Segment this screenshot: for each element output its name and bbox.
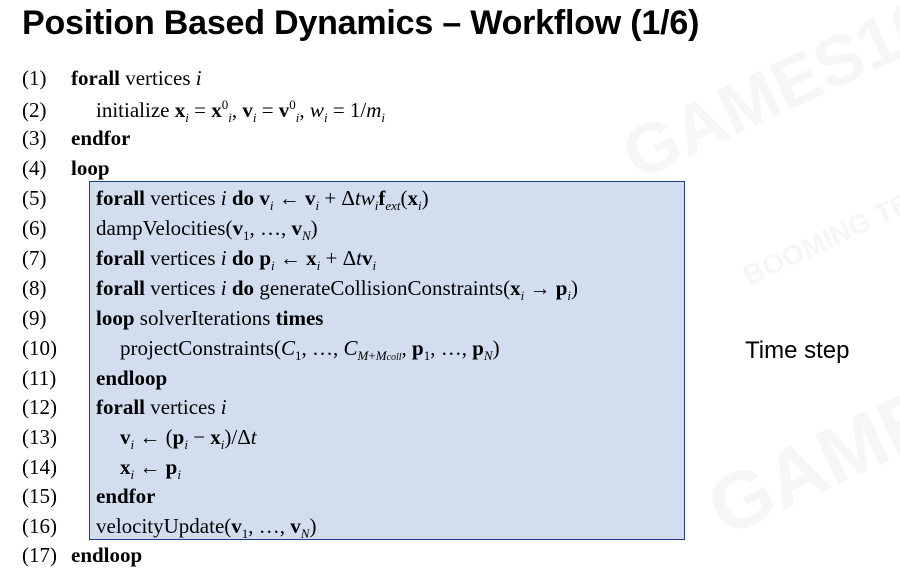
line-number: (6)	[22, 216, 47, 240]
time-step-label: Time step	[745, 337, 850, 364]
line-code: endloop	[96, 366, 168, 390]
line-code: xi ← pi	[120, 455, 181, 483]
line-number: (10)	[22, 336, 57, 360]
line-code: forall vertices i do pi ← xi + Δtvi	[96, 246, 377, 274]
line-number: (17)	[22, 543, 57, 567]
line-number: (2)	[22, 98, 47, 122]
line-code: endfor	[96, 484, 156, 508]
line-code: forall vertices i	[71, 66, 202, 90]
line-code: endloop	[71, 543, 143, 567]
line-number: (13)	[22, 425, 57, 449]
line-code: loop	[71, 156, 110, 180]
line-code: dampVelocities(v1, …, vN)	[96, 216, 318, 244]
line-number: (15)	[22, 484, 57, 508]
line-code: loop solverIterations times	[96, 306, 324, 330]
line-number: (3)	[22, 126, 47, 150]
line-number: (12)	[22, 395, 57, 419]
line-code: forall vertices i do vi ← vi + Δtwifext(…	[96, 186, 429, 214]
line-code: projectConstraints(C1, …, CM+Mcoll, p1, …	[120, 336, 500, 364]
line-number: (9)	[22, 306, 47, 330]
watermark-games: GAMES	[694, 348, 900, 553]
line-code: velocityUpdate(v1, …, vN)	[96, 514, 317, 542]
line-number: (11)	[22, 366, 57, 390]
page-title: Position Based Dynamics – Workflow (1/6)	[22, 4, 700, 42]
line-number: (7)	[22, 246, 47, 270]
line-code: vi ← (pi − xi)/Δt	[120, 425, 257, 453]
line-code: forall vertices i do generateCollisionCo…	[96, 276, 579, 304]
line-number: (14)	[22, 455, 57, 479]
watermark-booming-tech: BOOMING TECH	[738, 169, 900, 292]
line-code: endfor	[71, 126, 131, 150]
line-number: (1)	[22, 66, 47, 90]
line-number: (8)	[22, 276, 47, 300]
line-number: (5)	[22, 186, 47, 210]
line-number: (16)	[22, 514, 57, 538]
line-code: forall vertices i	[96, 395, 227, 419]
line-number: (4)	[22, 156, 47, 180]
line-code: initialize xi = x0i, vi = v0i, wi = 1/mi	[96, 97, 386, 126]
